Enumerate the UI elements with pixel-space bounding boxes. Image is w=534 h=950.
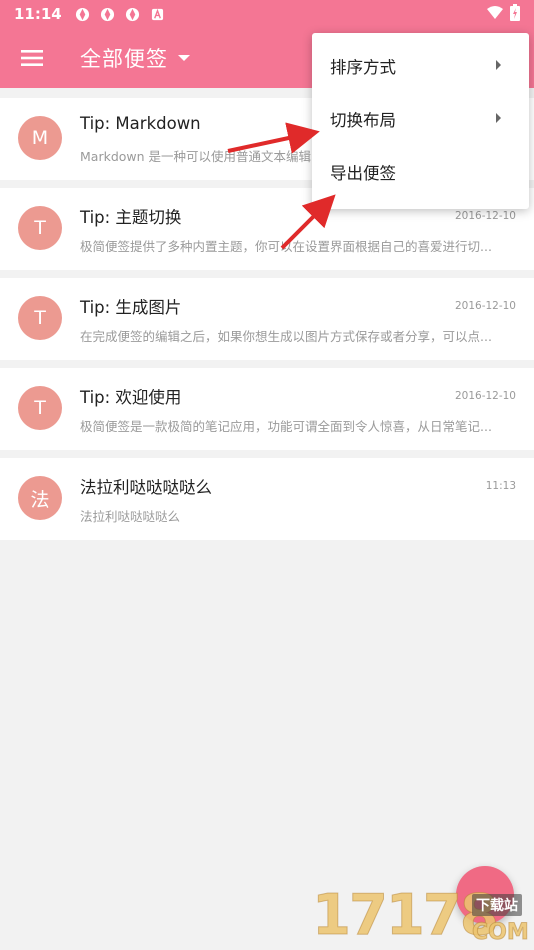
- chevron-right-icon: [496, 113, 501, 123]
- battery-icon: [510, 3, 520, 25]
- note-date: 2016-12-10: [454, 210, 516, 222]
- note-title: Tip: 欢迎使用: [80, 388, 182, 407]
- note-date: 2016-12-10: [454, 390, 516, 402]
- note-snippet: 法拉利哒哒哒哒么: [80, 509, 181, 524]
- note-avatar: T: [18, 206, 62, 250]
- overflow-menu: 排序方式 切换布局 导出便签: [312, 33, 529, 209]
- watermark-domain: COM: [472, 920, 530, 946]
- watermark-label: 下载站: [472, 894, 522, 916]
- note-title: Tip: Markdown: [80, 114, 201, 133]
- chevron-right-icon: [496, 60, 501, 70]
- hamburger-menu-button[interactable]: [0, 28, 64, 88]
- category-selector[interactable]: 全部便签: [80, 43, 190, 73]
- menu-item-export[interactable]: 导出便签: [312, 145, 529, 198]
- note-avatar: T: [18, 386, 62, 430]
- watermark: 17178 下载站 COM: [312, 880, 534, 950]
- notification-icon: [124, 6, 141, 23]
- note-date: 2016-12-10: [454, 300, 516, 312]
- menu-item-sort[interactable]: 排序方式: [312, 39, 529, 92]
- page-title: 全部便签: [80, 47, 168, 71]
- wifi-icon: [486, 5, 504, 24]
- note-snippet: 在完成便签的编辑之后，如果你想生成以图片方式保存或者分享，可以点...: [80, 329, 492, 344]
- note-title: Tip: 生成图片: [80, 298, 182, 317]
- note-item[interactable]: T Tip: 欢迎使用 极简便签是一款极简的笔记应用，功能可谓全面到令人惊喜，从…: [0, 368, 534, 450]
- note-item[interactable]: 法 法拉利哒哒哒哒么 法拉利哒哒哒哒么 11:13: [0, 458, 534, 540]
- note-title: 法拉利哒哒哒哒么: [80, 478, 212, 497]
- menu-item-label: 导出便签: [330, 163, 396, 183]
- notification-icon: [99, 6, 116, 23]
- note-snippet: 极简便签提供了多种内置主题，你可以在设置界面根据自己的喜爱进行切...: [80, 239, 492, 254]
- status-time: 11:14: [14, 5, 62, 23]
- menu-item-switch-layout[interactable]: 切换布局: [312, 92, 529, 145]
- status-bar: 11:14: [0, 0, 534, 28]
- note-date: 11:13: [485, 480, 516, 492]
- chevron-down-icon: [178, 55, 190, 61]
- note-title: Tip: 主题切换: [80, 208, 182, 227]
- note-snippet: 极简便签是一款极简的笔记应用，功能可谓全面到令人惊喜，从日常笔记...: [80, 419, 492, 434]
- note-avatar: 法: [18, 476, 62, 520]
- notification-icon: [74, 6, 91, 23]
- menu-item-label: 排序方式: [330, 57, 396, 77]
- app-a-icon: [149, 6, 166, 23]
- note-avatar: M: [18, 116, 62, 160]
- note-avatar: T: [18, 296, 62, 340]
- hamburger-icon: [21, 50, 43, 66]
- watermark-digits: 17178: [312, 883, 500, 948]
- menu-item-label: 切换布局: [330, 110, 396, 130]
- note-item[interactable]: T Tip: 生成图片 在完成便签的编辑之后，如果你想生成以图片方式保存或者分享…: [0, 278, 534, 360]
